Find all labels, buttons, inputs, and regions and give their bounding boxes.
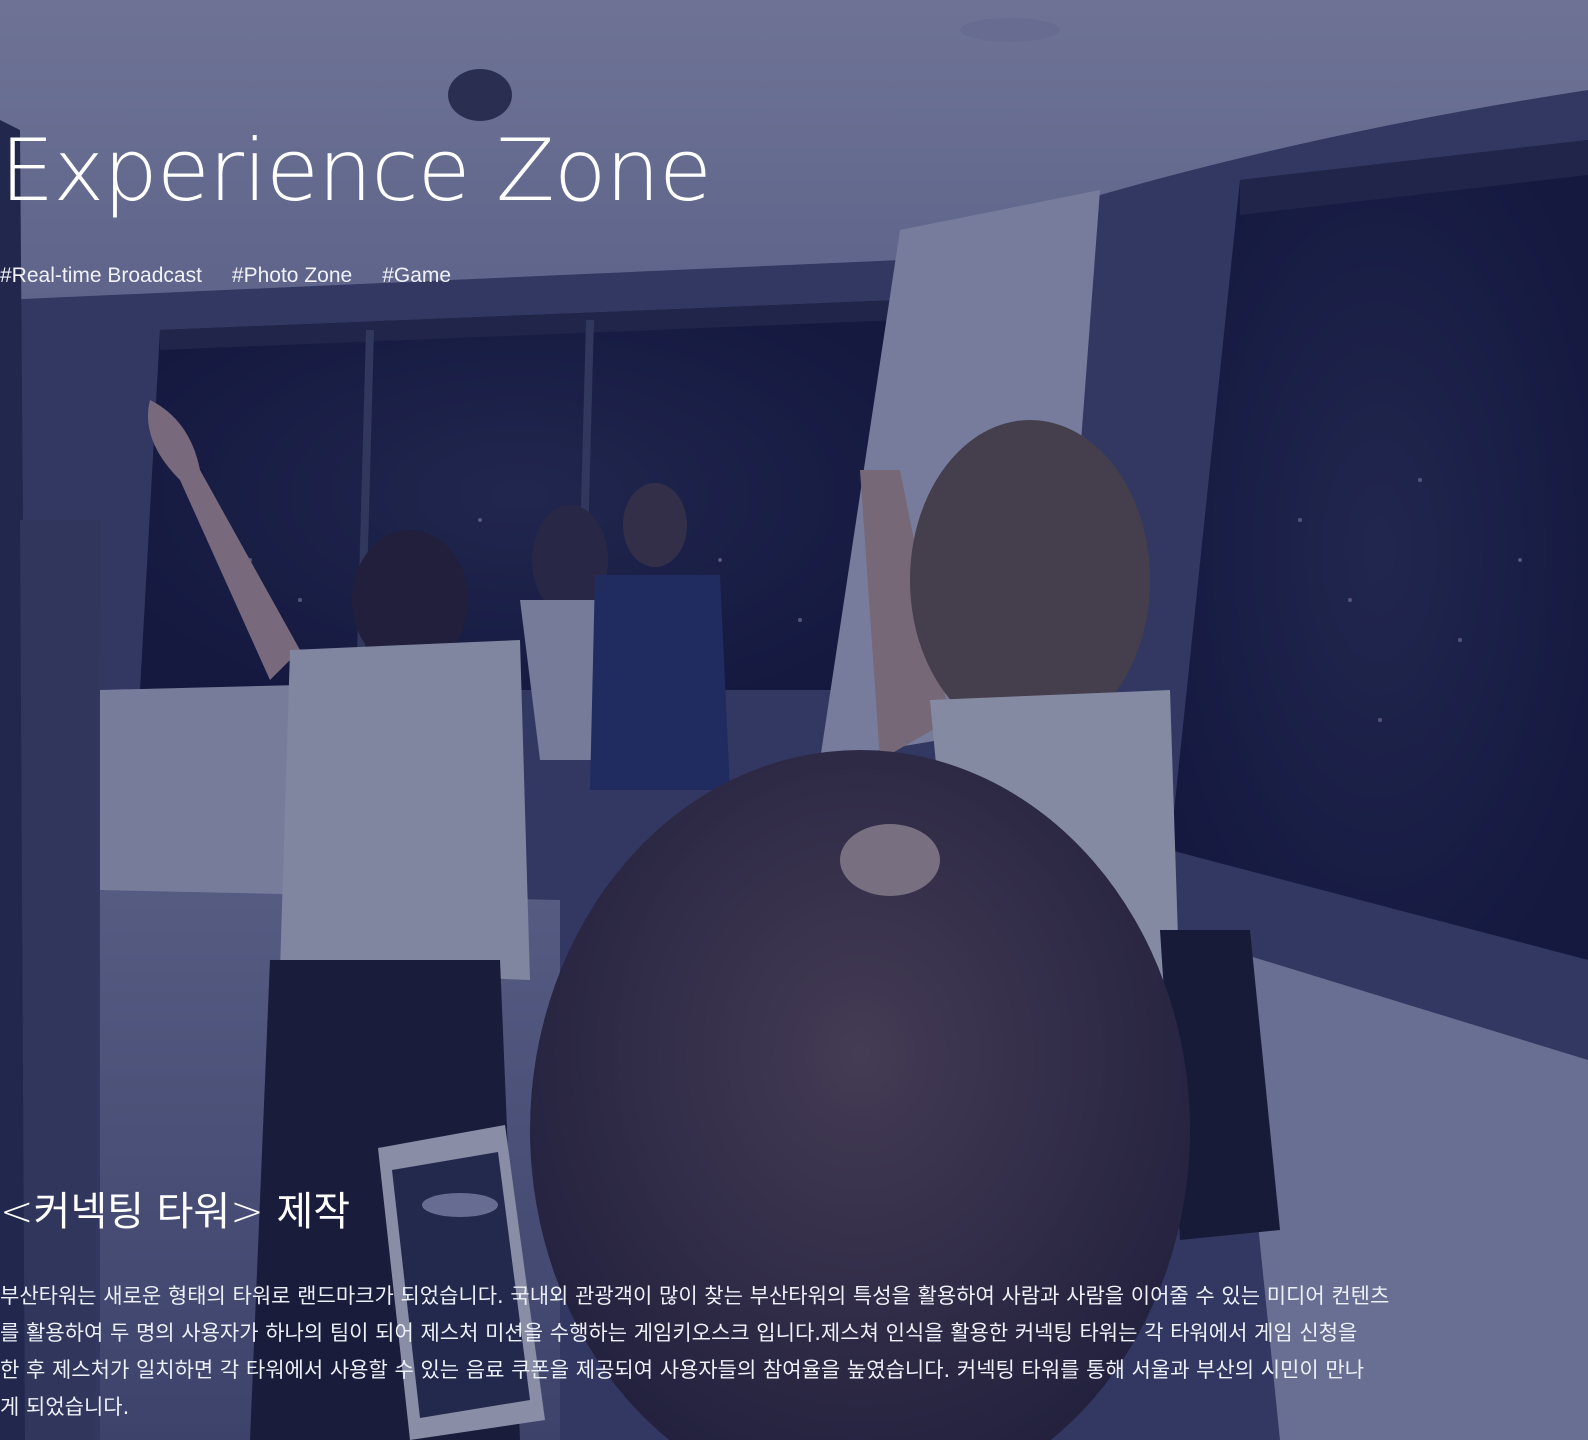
tag-game[interactable]: #Game	[382, 264, 451, 288]
hashtag-list: #Real-time Broadcast #Photo Zone #Game	[0, 264, 451, 288]
description-line: 를 활용하여 두 명의 사용자가 하나의 팀이 되어 제스처 미션을 수행하는 …	[0, 1321, 1358, 1345]
tag-photo-zone[interactable]: #Photo Zone	[232, 264, 352, 288]
description-line: 부산타워는 새로운 형태의 타워로 랜드마크가 되었습니다. 국내외 관광객이 …	[0, 1284, 1390, 1308]
section-description: 부산타워는 새로운 형태의 타워로 랜드마크가 되었습니다. 국내외 관광객이 …	[0, 1278, 1588, 1426]
description-line: 한 후 제스처가 일치하면 각 타워에서 사용할 수 있는 음료 쿠폰을 제공되…	[0, 1358, 1365, 1382]
section-title: <커넥팅 타워> 제작	[0, 1189, 351, 1235]
tag-real-time-broadcast[interactable]: #Real-time Broadcast	[0, 264, 202, 288]
page-title: Experience Zone	[0, 121, 712, 221]
description-line: 게 되었습니다.	[0, 1395, 130, 1419]
